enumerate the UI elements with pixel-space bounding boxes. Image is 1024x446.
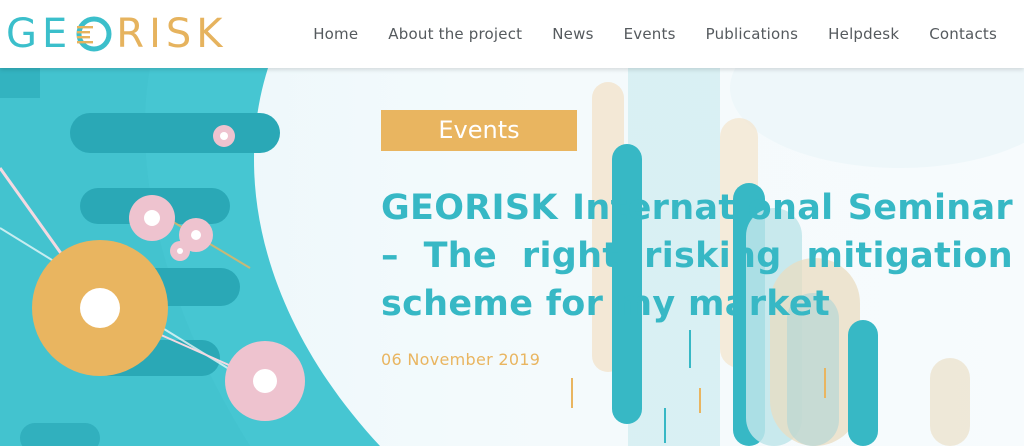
logo-text-risk: RISK — [116, 11, 228, 57]
nav-home[interactable]: Home — [313, 22, 358, 46]
site-header: GE RISK Home About the project News Even… — [0, 0, 1024, 68]
hero-banner: Events GEORISK International Seminar – T… — [0, 68, 1024, 446]
main-nav: Home About the project News Events Publi… — [283, 22, 997, 46]
georisk-logo[interactable]: GE RISK — [6, 12, 228, 56]
events-category-badge[interactable]: Events — [381, 110, 577, 151]
nav-about-the-project[interactable]: About the project — [388, 22, 522, 46]
nav-news[interactable]: News — [552, 22, 593, 46]
nav-contacts[interactable]: Contacts — [929, 22, 997, 46]
nav-publications[interactable]: Publications — [706, 22, 799, 46]
article-title[interactable]: GEORISK International Seminar – The righ… — [381, 184, 1013, 328]
logo-o-mark-icon — [76, 16, 112, 52]
nav-helpdesk[interactable]: Helpdesk — [828, 22, 899, 46]
nav-events[interactable]: Events — [624, 22, 676, 46]
logo-text-ge: GE — [6, 11, 73, 57]
article-date: 06 November 2019 — [381, 350, 541, 369]
